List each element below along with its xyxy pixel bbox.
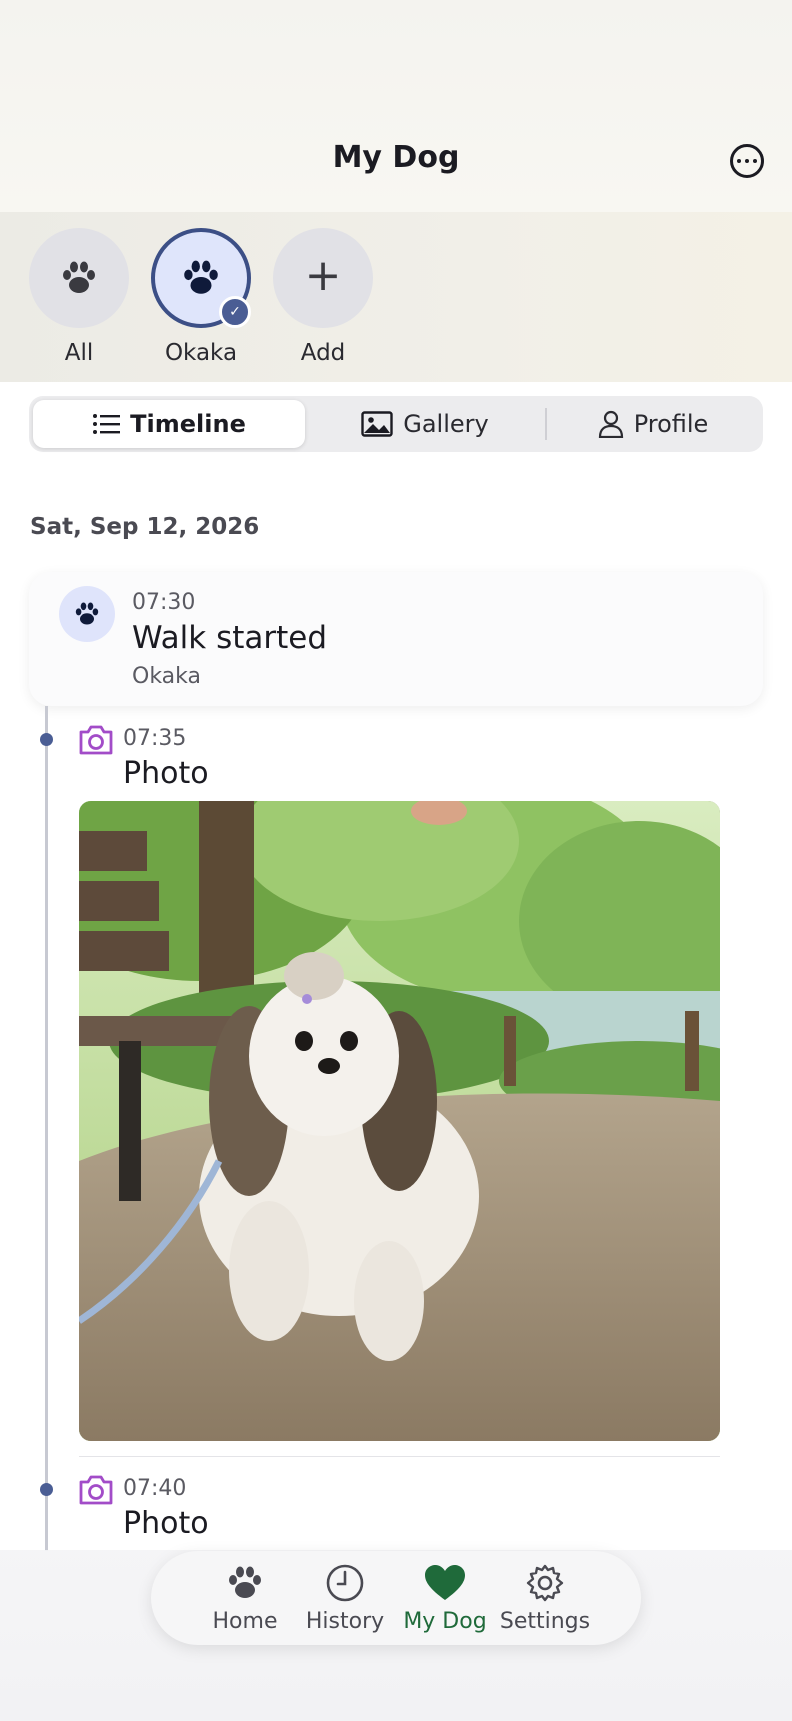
dog-item-all[interactable]: All — [29, 228, 129, 366]
segment-label: Profile — [633, 410, 709, 438]
timeline-time: 07:40 — [123, 1476, 187, 1501]
camera-icon — [79, 725, 113, 755]
segment-label: Timeline — [130, 410, 246, 438]
header: My Dog — [0, 0, 792, 212]
timeline-title: Photo — [123, 1506, 209, 1541]
date-heading: Sat, Sep 12, 2026 — [30, 514, 260, 540]
view-segmented-control: Timeline Gallery Profile — [29, 396, 763, 452]
dog-label: All — [64, 340, 94, 366]
tab-history[interactable]: History — [295, 1561, 395, 1634]
event-subtitle: Okaka — [132, 664, 201, 689]
paw-icon — [229, 1566, 261, 1598]
gear-icon — [526, 1564, 564, 1602]
tab-home[interactable]: Home — [195, 1561, 295, 1634]
event-icon — [59, 586, 115, 642]
event-time: 07:30 — [132, 590, 196, 615]
dog-avatar[interactable]: ✓ — [151, 228, 251, 328]
paw-icon — [184, 260, 218, 294]
more-options-icon[interactable] — [730, 144, 764, 178]
clock-icon — [326, 1564, 364, 1602]
event-card-walk[interactable]: 07:30 Walk started Okaka — [29, 572, 763, 706]
segment-label: Gallery — [403, 410, 489, 438]
add-dog-button[interactable]: + — [273, 228, 373, 328]
tab-my-dog[interactable]: My Dog — [395, 1561, 495, 1634]
list-icon — [93, 414, 121, 434]
tab-label: Settings — [499, 1609, 591, 1634]
event-title: Walk started — [132, 620, 328, 656]
timeline-line — [45, 706, 48, 1551]
page-title: My Dog — [332, 140, 460, 175]
dog-photo-image — [79, 801, 720, 1441]
timeline-dot — [40, 733, 53, 746]
tab-label: My Dog — [403, 1609, 487, 1634]
tab-settings[interactable]: Settings — [495, 1561, 595, 1634]
camera-icon — [79, 1475, 113, 1505]
timeline-time: 07:35 — [123, 726, 187, 751]
divider — [79, 1456, 720, 1457]
dog-avatar[interactable] — [29, 228, 129, 328]
dog-item-okaka[interactable]: ✓ Okaka — [151, 228, 251, 366]
tab-label: Home — [212, 1609, 278, 1634]
paw-icon — [63, 261, 95, 293]
tab-label: History — [305, 1609, 385, 1634]
dog-item-add[interactable]: + Add — [273, 228, 373, 366]
paw-icon — [75, 602, 99, 625]
tab-profile[interactable]: Profile — [547, 400, 759, 448]
tab-timeline[interactable]: Timeline — [33, 400, 305, 448]
tab-gallery[interactable]: Gallery — [305, 400, 545, 448]
person-icon — [598, 410, 623, 438]
plus-icon: + — [304, 250, 342, 301]
heart-icon — [425, 1565, 465, 1600]
photo-icon — [361, 411, 393, 437]
timeline-title: Photo — [123, 756, 209, 791]
timeline-dot — [40, 1483, 53, 1496]
dog-label: Add — [300, 340, 346, 366]
dog-photo[interactable] — [79, 801, 720, 1441]
checkmark-icon: ✓ — [219, 296, 251, 328]
dog-label: Okaka — [164, 340, 238, 366]
bottom-tab-bar: Home History My Dog Settings — [151, 1551, 641, 1645]
dog-selector: All ✓ Okaka + Add — [0, 212, 792, 382]
